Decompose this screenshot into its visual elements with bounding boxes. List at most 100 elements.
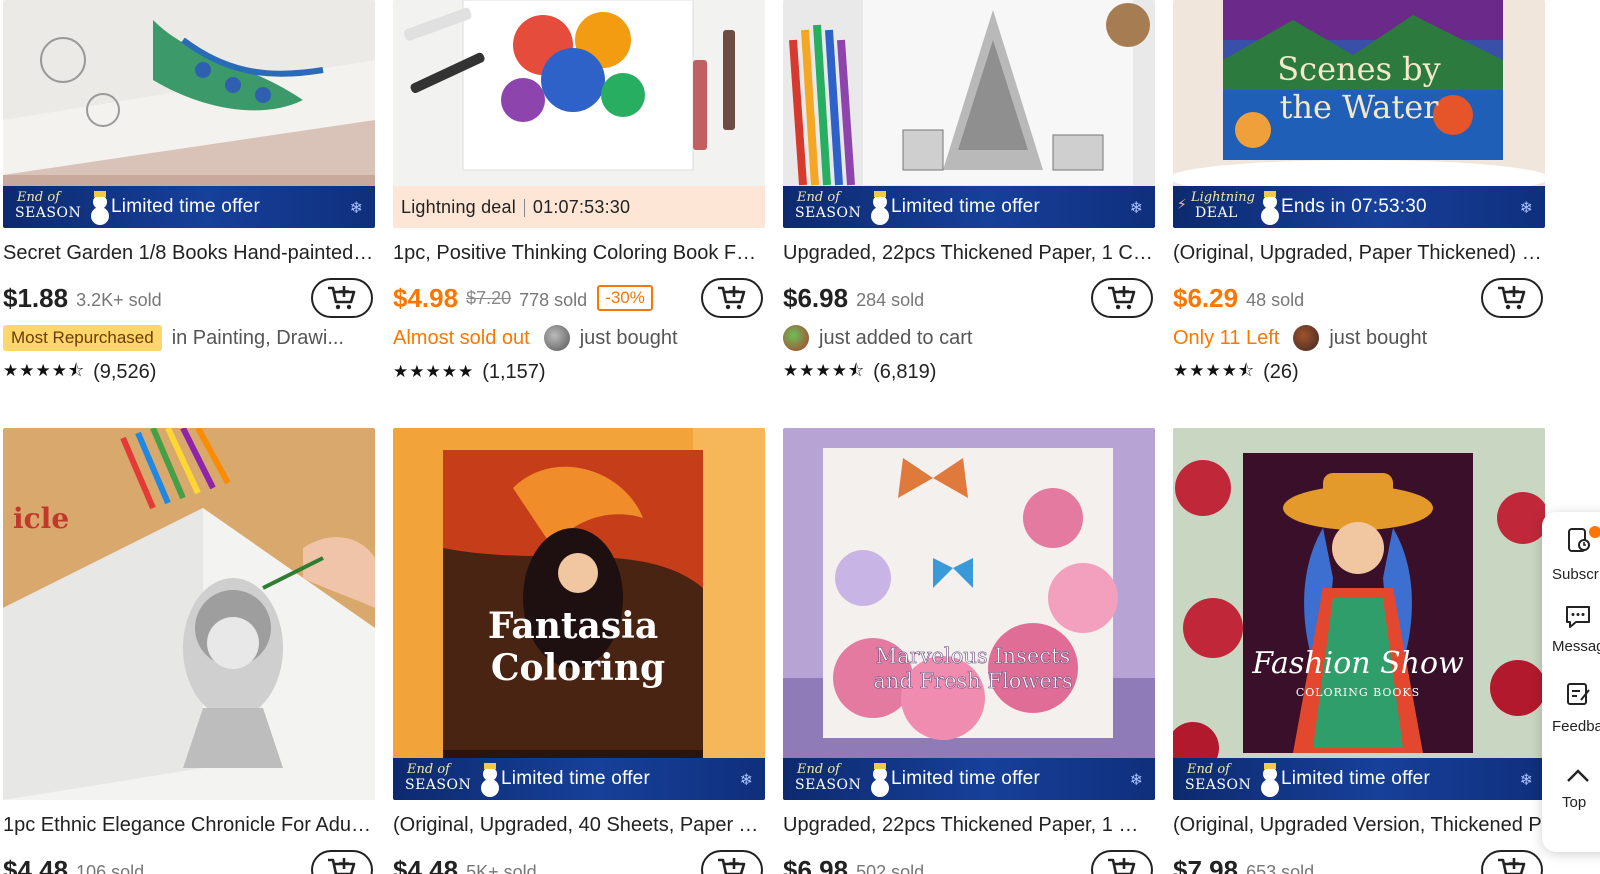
product-title[interactable]: Upgraded, 22pcs Thickened Paper, 1 Marve…: [783, 814, 1155, 840]
product-card[interactable]: Lightning deal 01:07:53:30 1pc, Positive …: [393, 0, 765, 386]
product-card[interactable]: Fantasia Coloring End of SEASON Limited …: [393, 428, 765, 874]
product-card[interactable]: Scenes by the Water Lightning DEAL ⚡ End…: [1173, 0, 1545, 386]
sold-count: 5K+ sold: [466, 861, 537, 874]
product-image[interactable]: Scenes by the Water Lightning DEAL ⚡ End…: [1173, 0, 1545, 228]
product-title[interactable]: (Original, Upgraded, 40 Sheets, Paper Th…: [393, 814, 765, 840]
cover-title: Marvelous Insects: [876, 644, 1071, 668]
stars-icon: ★★★★★: [393, 362, 475, 381]
product-image[interactable]: Fantasia Coloring End of SEASON Limited …: [393, 428, 765, 800]
snowman-icon: [1261, 763, 1279, 797]
banner-text: Limited time offer: [1281, 768, 1430, 789]
product-title[interactable]: 1pc, Positive Thinking Coloring Book For…: [393, 242, 765, 268]
promo-banner: Lightning DEAL ⚡ Ends in 07:53:30 ❄: [1173, 186, 1545, 228]
banner-text: Limited time offer: [501, 768, 650, 789]
product-title[interactable]: Upgraded, 22pcs Thickened Paper, 1 Chris…: [783, 242, 1155, 268]
cover-title: and Fresh Flowers: [873, 669, 1072, 693]
sold-count: 3.2K+ sold: [76, 289, 162, 310]
rating: ★★★★⯪ (26): [1173, 358, 1545, 386]
add-to-cart-button[interactable]: [1091, 278, 1153, 318]
promo-banner: End of SEASON Limited time offer ❄: [1173, 758, 1545, 800]
snowman-icon: [871, 763, 889, 797]
sold-count: 653 sold: [1246, 861, 1315, 874]
add-to-cart-button[interactable]: [1091, 850, 1153, 874]
promo-banner: End of SEASON Limited time offer ❄: [393, 758, 765, 800]
product-title[interactable]: (Original, Upgraded, Paper Thickened) Sc…: [1173, 242, 1545, 268]
cart-plus-icon: [1108, 858, 1136, 874]
cart-plus-icon: [328, 286, 356, 310]
feedback-icon: [1567, 683, 1590, 705]
subscribe-button[interactable]: Subscr: [1542, 520, 1600, 590]
banner-text: Limited time offer: [111, 196, 260, 217]
add-to-cart-button[interactable]: [1481, 278, 1543, 318]
add-to-cart-button[interactable]: [311, 278, 373, 318]
banner-text: Limited time offer: [891, 196, 1040, 217]
message-icon: [1566, 606, 1590, 628]
product-card[interactable]: icle 1pc Ethnic Elegance Chronicle For A…: [3, 428, 375, 874]
activity-text: just bought: [579, 326, 678, 349]
snowflake-icon: ❄: [1519, 200, 1533, 217]
product-card[interactable]: Fashion Show COLORING BOOKS End of SEASO…: [1173, 428, 1545, 874]
season-badge: End of SEASON: [393, 758, 501, 800]
snowflake-icon: ❄: [1519, 772, 1533, 789]
season-badge: End of SEASON: [783, 758, 891, 800]
product-title[interactable]: (Original, Upgraded Version, Thickened P…: [1173, 814, 1545, 840]
cart-plus-icon: [718, 858, 746, 874]
snowflake-icon: ❄: [1129, 772, 1143, 789]
rating: ★★★★⯪ (6,819): [783, 358, 1155, 386]
add-to-cart-button[interactable]: [701, 278, 763, 318]
rating: ★★★★⯪ (9,526): [3, 358, 375, 386]
cart-plus-icon: [1108, 286, 1136, 310]
category-rank[interactable]: in Painting, Drawi...: [172, 327, 344, 350]
season-badge: End of SEASON: [3, 186, 111, 228]
avatar: [783, 325, 809, 351]
floating-sidebar: Subscr Messag Feedba Top: [1542, 512, 1600, 852]
product-title[interactable]: 1pc Ethnic Elegance Chronicle For Adults…: [3, 814, 375, 840]
add-to-cart-button[interactable]: [311, 850, 373, 874]
feedback-button[interactable]: Feedba: [1542, 678, 1600, 748]
rating-count: (9,526): [93, 360, 157, 383]
product-photo: Fashion Show COLORING BOOKS: [1173, 428, 1545, 800]
product-card[interactable]: End of SEASON Limited time offer ❄ Upgra…: [783, 0, 1155, 386]
activity-text: just bought: [1329, 326, 1428, 349]
product-image[interactable]: End of SEASON Limited time offer ❄: [3, 0, 375, 228]
season-badge: End of SEASON: [783, 186, 891, 228]
back-to-top-button[interactable]: Top: [1542, 760, 1600, 830]
add-to-cart-button[interactable]: [701, 850, 763, 874]
stars-icon: ★★★★⯪: [1173, 360, 1256, 380]
product-photo: Fantasia Coloring: [393, 428, 765, 800]
product-image[interactable]: Fashion Show COLORING BOOKS End of SEASO…: [1173, 428, 1545, 800]
lightning-deal-banner: Lightning deal 01:07:53:30: [393, 186, 765, 228]
stock-status: Almost sold out: [393, 326, 530, 349]
promo-banner: End of SEASON Limited time offer ❄: [783, 758, 1155, 800]
product-photo: Marvelous Insects and Fresh Flowers: [783, 428, 1155, 800]
most-repurchased-tag: Most Repurchased: [3, 325, 162, 351]
product-image[interactable]: Marvelous Insects and Fresh Flowers End …: [783, 428, 1155, 800]
rating-count: (6,819): [873, 360, 937, 383]
product-title[interactable]: Secret Garden 1/8 Books Hand-painted Col…: [3, 242, 375, 268]
rating: ★★★★★ (1,157): [393, 358, 765, 386]
cover-subtitle: COLORING BOOKS: [1296, 686, 1420, 699]
price: $6.98: [783, 854, 849, 874]
original-price: $7.20: [466, 287, 512, 308]
snowman-icon: [481, 763, 499, 797]
product-card[interactable]: Marvelous Insects and Fresh Flowers End …: [783, 428, 1155, 874]
product-image[interactable]: Lightning deal 01:07:53:30: [393, 0, 765, 228]
product-card[interactable]: End of SEASON Limited time offer ❄ Secre…: [3, 0, 375, 386]
subscribe-icon: [1568, 528, 1590, 552]
banner-text: Limited time offer: [891, 768, 1040, 789]
snowman-icon: [91, 191, 109, 225]
sold-count: 284 sold: [856, 289, 925, 310]
cover-title: Fantasia: [488, 605, 658, 647]
season-badge: End of SEASON: [1173, 758, 1281, 800]
promo-banner: End of SEASON Limited time offer ❄: [783, 186, 1155, 228]
product-image[interactable]: icle: [3, 428, 375, 800]
add-to-cart-button[interactable]: [1481, 850, 1543, 874]
cart-plus-icon: [328, 858, 356, 874]
messages-button[interactable]: Messag: [1542, 600, 1600, 670]
banner-text: Ends in 07:53:30: [1281, 196, 1427, 217]
activity-text: just added to cart: [819, 326, 973, 349]
lightning-deal-label: Lightning deal: [401, 196, 516, 217]
product-image[interactable]: End of SEASON Limited time offer ❄: [783, 0, 1155, 228]
price: $4.48: [3, 854, 69, 874]
snowman-icon: [1261, 191, 1279, 225]
